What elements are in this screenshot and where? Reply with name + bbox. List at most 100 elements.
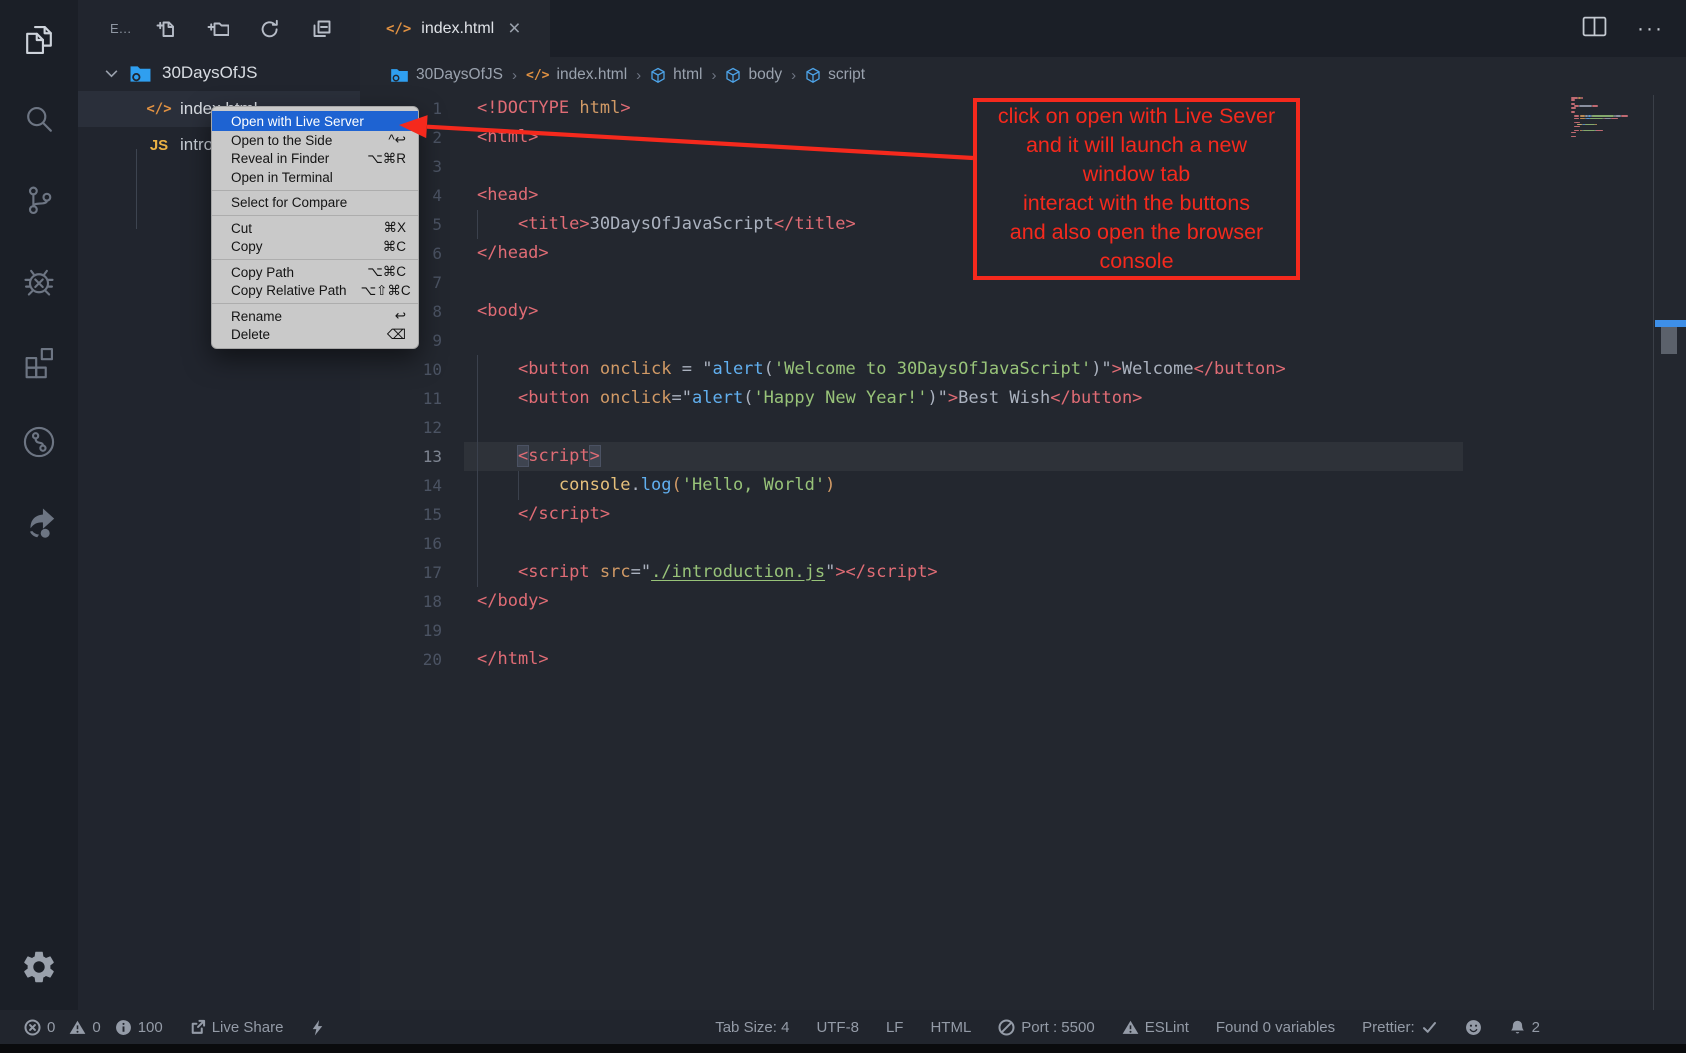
activity-source-control-icon[interactable] xyxy=(0,160,78,240)
menu-item-label: Cut xyxy=(231,221,252,236)
minimap-line xyxy=(1574,126,1580,128)
line-number: 12 xyxy=(360,413,442,442)
status-tab-size[interactable]: Tab Size: 4 xyxy=(715,1019,789,1036)
status-problems-errors[interactable]: 0 xyxy=(24,1019,55,1036)
menu-item-copy-path[interactable]: Copy Path⌥⌘C xyxy=(212,263,418,282)
activity-gear-icon[interactable] xyxy=(0,932,78,1002)
minimap-border xyxy=(1653,95,1654,1010)
overview-ruler-marker xyxy=(1655,320,1686,327)
minimap-line xyxy=(1621,115,1627,117)
menu-item-label: Reveal in Finder xyxy=(231,151,329,166)
line-number: 11 xyxy=(360,384,442,413)
menu-item-label: Open in Terminal xyxy=(231,170,333,185)
tree-folder-row[interactable]: 30DaysOfJS xyxy=(78,55,360,91)
menu-item-select-for-compare[interactable]: Select for Compare xyxy=(212,194,418,213)
menu-item-label: Copy Path xyxy=(231,265,294,280)
menu-item-open-with-live-server[interactable]: Open with Live Server xyxy=(212,111,418,131)
code-line-16: 16 xyxy=(360,529,1686,558)
status-problems-info[interactable]: 100 xyxy=(115,1019,163,1036)
status-language-mode[interactable]: HTML xyxy=(930,1019,971,1036)
code-line-9: 9 xyxy=(360,326,1686,355)
status-variables-found[interactable]: Found 0 variables xyxy=(1216,1019,1335,1036)
activity-search-icon[interactable] xyxy=(0,80,78,160)
minimap-line xyxy=(1605,118,1611,120)
status-problems-warnings[interactable]: 0 xyxy=(69,1019,100,1036)
annotation-text: and also open the browser xyxy=(977,218,1296,247)
error-circle-icon xyxy=(24,1019,41,1036)
menu-item-shortcut: ⌘X xyxy=(383,220,406,236)
activity-debug-icon[interactable] xyxy=(0,241,78,321)
code-line-19: 19 xyxy=(360,616,1686,645)
menu-item-open-to-the-side[interactable]: Open to the Side ^↩ xyxy=(212,131,418,150)
bolt-icon xyxy=(309,1019,326,1036)
status-label: Live Share xyxy=(212,1019,284,1036)
line-number: 17 xyxy=(360,558,442,587)
menu-separator xyxy=(212,259,418,260)
status-label: Found 0 variables xyxy=(1216,1019,1335,1036)
status-eslint[interactable]: ESLint xyxy=(1122,1019,1189,1036)
line-text: <script src="./introduction.js"></script… xyxy=(477,558,938,587)
folder-icon xyxy=(129,64,152,83)
minimap-line xyxy=(1571,107,1576,109)
status-bar-right: Tab Size: 4 UTF-8 LF HTML Port : 5500 ESLint F… xyxy=(715,1019,1540,1036)
code-line-13: 13 <script> xyxy=(360,442,1686,471)
code-line-18: 18</body> xyxy=(360,587,1686,616)
code-line-10: 10 <button onclick = "alert('Welcome to … xyxy=(360,355,1686,384)
status-live-server-port[interactable]: Port : 5500 xyxy=(998,1019,1094,1036)
activity-extensions-icon[interactable] xyxy=(0,322,78,402)
scrollbar-thumb[interactable] xyxy=(1661,327,1677,354)
menu-item-copy-relative-path[interactable]: Copy Relative Path⌥⇧⌘C xyxy=(212,282,418,301)
minimap-line xyxy=(1571,111,1575,113)
menu-item-open-in-terminal[interactable]: Open in Terminal xyxy=(212,168,418,187)
code-line-12: 12 xyxy=(360,413,1686,442)
menu-item-label: Open to the Side xyxy=(231,133,332,148)
refresh-icon[interactable] xyxy=(258,17,281,40)
status-notifications-bell[interactable]: 2 xyxy=(1509,1019,1540,1036)
code-line-8: 8<body> xyxy=(360,297,1686,326)
activity-bar xyxy=(0,0,78,1010)
activity-live-share-icon[interactable] xyxy=(0,482,78,562)
line-text: <head> xyxy=(477,181,538,210)
info-circle-icon xyxy=(115,1019,132,1036)
minimap-line xyxy=(1595,124,1597,126)
status-feedback-smiley[interactable] xyxy=(1465,1019,1482,1036)
status-live-share-status[interactable]: Live Share xyxy=(189,1019,284,1036)
menu-item-reveal-in-finder[interactable]: Reveal in Finder⌥⌘R xyxy=(212,150,418,169)
menu-item-shortcut: ↩ xyxy=(395,308,406,324)
new-file-icon[interactable] xyxy=(154,17,177,40)
folder-name: 30DaysOfJS xyxy=(162,63,257,83)
status-label: 100 xyxy=(138,1019,163,1036)
status-label: Tab Size: 4 xyxy=(715,1019,789,1036)
collapse-all-icon[interactable] xyxy=(310,17,333,40)
window-bottom-edge xyxy=(0,1044,1686,1053)
html-file-icon: </> xyxy=(146,101,172,117)
status-eol[interactable]: LF xyxy=(886,1019,904,1036)
status-encoding[interactable]: UTF-8 xyxy=(816,1019,859,1036)
menu-item-label: Select for Compare xyxy=(231,195,347,210)
line-number: 14 xyxy=(360,471,442,500)
line-text: <body> xyxy=(477,297,538,326)
minimap-line xyxy=(1579,105,1592,107)
slash-circle-icon xyxy=(998,1019,1015,1036)
status-prettier[interactable]: Prettier: xyxy=(1362,1019,1438,1036)
annotation-text: and it will launch a new xyxy=(977,131,1296,160)
minimap-line xyxy=(1585,124,1595,126)
minimap-line xyxy=(1590,118,1602,120)
status-label: 2 xyxy=(1532,1019,1540,1036)
status-label: 0 xyxy=(47,1019,55,1036)
tree-indent-guide xyxy=(136,149,137,229)
new-folder-icon[interactable] xyxy=(206,17,229,40)
line-number: 15 xyxy=(360,500,442,529)
menu-item-shortcut: ^↩ xyxy=(388,132,406,148)
activity-files-icon[interactable] xyxy=(0,0,78,80)
minimap-line xyxy=(1592,105,1598,107)
menu-item-cut[interactable]: Cut ⌘X xyxy=(212,219,418,238)
activity-circle-branch-icon[interactable] xyxy=(0,402,78,482)
menu-item-rename[interactable]: Rename↩ xyxy=(212,307,418,326)
menu-item-delete[interactable]: Delete⌫ xyxy=(212,326,418,345)
minimap-line xyxy=(1580,118,1585,120)
line-text: </body> xyxy=(477,587,549,616)
minimap-line xyxy=(1592,115,1614,117)
status-live-server-bolt[interactable] xyxy=(309,1019,326,1036)
menu-item-copy[interactable]: Copy⌘C xyxy=(212,238,418,257)
